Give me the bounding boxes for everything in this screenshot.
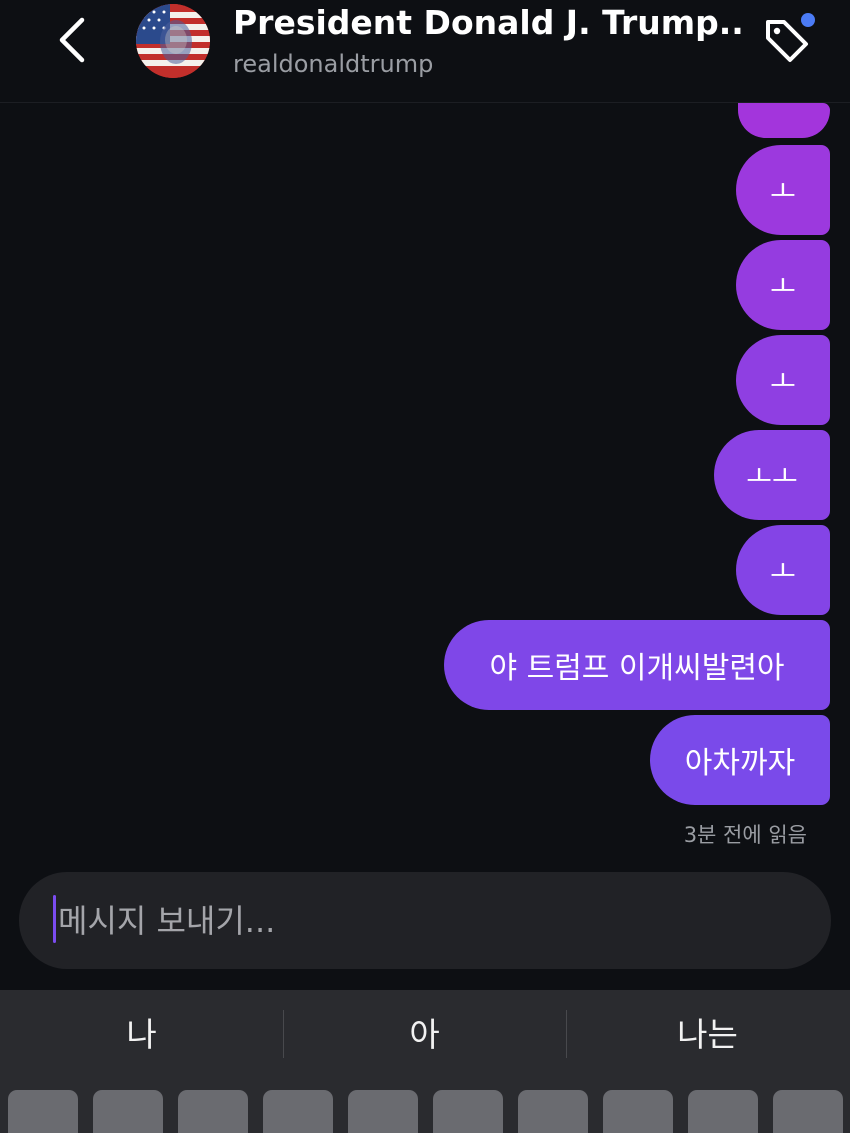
conversation-username: realdonaldtrump [233, 50, 434, 78]
keyboard-key[interactable] [603, 1090, 673, 1133]
keyboard-suggestion[interactable]: 나 [0, 1010, 283, 1060]
keyboard-key[interactable] [178, 1090, 248, 1133]
chevron-left-icon [59, 17, 85, 63]
notification-dot [801, 13, 815, 27]
text-caret [53, 895, 56, 943]
keyboard-suggestion[interactable]: 아 [283, 1010, 566, 1060]
conversation-header: President Donald J. Trump... realdonaldt… [0, 0, 850, 103]
keyboard-suggestion[interactable]: 나는 [566, 1010, 849, 1060]
keyboard-key[interactable] [348, 1090, 418, 1133]
message-bubble[interactable]: 아차까자 [650, 715, 830, 805]
keyboard-key[interactable] [433, 1090, 503, 1133]
keyboard-key[interactable] [688, 1090, 758, 1133]
keyboard-key[interactable] [93, 1090, 163, 1133]
keyboard-key[interactable] [8, 1090, 78, 1133]
avatar[interactable] [136, 4, 210, 78]
flag-portrait-avatar-image [136, 4, 210, 78]
keyboard-key[interactable] [263, 1090, 333, 1133]
keyboard-key[interactable] [773, 1090, 843, 1133]
read-receipt: 3분 전에 읽음 [683, 823, 807, 847]
message-bubble[interactable]: 야 트럼프 이개씨발련아 [444, 620, 830, 710]
message-bubble[interactable]: ㅗ [736, 145, 830, 235]
conversation-title[interactable]: President Donald J. Trump... [233, 2, 743, 44]
message-input[interactable] [58, 896, 758, 946]
message-bubble[interactable]: ㅗㅗ [714, 430, 830, 520]
message-bubble[interactable] [738, 103, 830, 138]
message-bubble[interactable]: ㅗ [736, 525, 830, 615]
keyboard-key[interactable] [518, 1090, 588, 1133]
dm-conversation-screen: President Donald J. Trump... realdonaldt… [0, 0, 850, 1133]
message-bubble[interactable]: ㅗ [736, 335, 830, 425]
back-button[interactable] [52, 14, 96, 66]
message-bubble[interactable]: ㅗ [736, 240, 830, 330]
